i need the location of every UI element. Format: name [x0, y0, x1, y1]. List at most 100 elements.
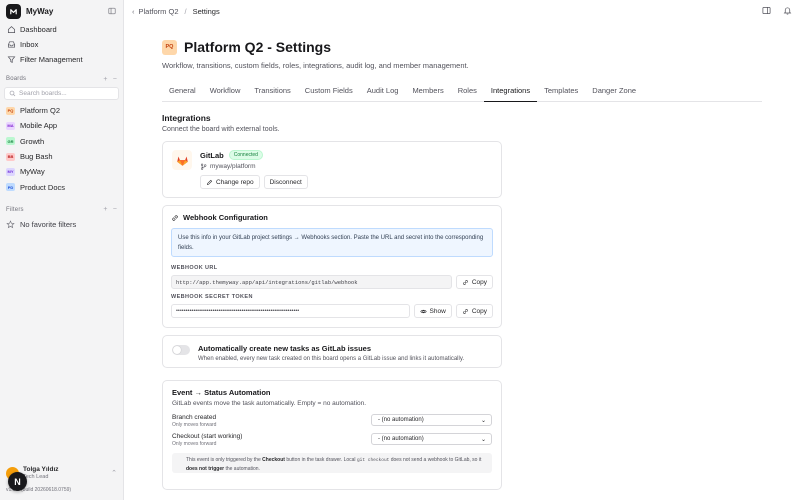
inbox-icon [6, 40, 16, 50]
status-badge: Connected [228, 150, 263, 160]
webhook-info: Use this info in your GitLab project set… [171, 228, 493, 257]
event-row: Checkout (start working) Only moves forw… [172, 433, 492, 447]
nav-filter-management[interactable]: Filter Management [0, 52, 123, 67]
event-name: Branch created [172, 414, 217, 421]
note-strong: Checkout [262, 457, 285, 463]
board-badge: GR [6, 137, 15, 146]
eye-icon [419, 309, 427, 313]
auto-create-title: Automatically create new tasks as GitLab… [198, 344, 371, 353]
board-search [4, 87, 119, 100]
disconnect-button[interactable]: Disconnect [263, 175, 308, 189]
show-secret-button[interactable]: Show [413, 304, 452, 318]
auto-create-desc: When enabled, every new task created on … [198, 356, 465, 362]
collapse-filters-icon[interactable]: − [113, 206, 117, 213]
tab-integrations[interactable]: Integrations [483, 85, 538, 102]
no-favorites-label: No favorite filters [20, 219, 77, 229]
nav-label: Filter Management [20, 55, 83, 64]
star-icon [6, 220, 15, 228]
tab-danger-zone[interactable]: Danger Zone [585, 85, 643, 102]
tab-transitions[interactable]: Transitions [247, 85, 297, 102]
webhook-url-row: Copy [171, 275, 493, 289]
chevron-left-icon[interactable]: ‹ [132, 7, 135, 16]
search-icon [9, 90, 16, 97]
note-code: git checkout [356, 458, 390, 463]
page-title: Platform Q2 - Settings [184, 39, 332, 55]
pencil-icon [207, 179, 213, 185]
sidebar: MyWay Dashboard Inbox Filter Management … [0, 0, 124, 500]
boards-section-label: Boards + − [0, 72, 123, 86]
note-text: This event is only triggered by the [186, 457, 263, 463]
breadcrumb-current: Settings [192, 6, 220, 16]
sidebar-board-item[interactable]: PQ Platform Q2 [0, 103, 123, 118]
event-status-select[interactable]: - (no automation) ⌄ [371, 414, 492, 426]
sidebar-header: MyWay [6, 0, 117, 22]
copy-url-button[interactable]: Copy [455, 275, 493, 289]
auto-create-toggle[interactable] [172, 345, 190, 355]
webhook-secret-field[interactable] [171, 304, 410, 318]
breadcrumb-separator: / [184, 6, 187, 16]
tab-members[interactable]: Members [405, 85, 450, 102]
tab-audit-log[interactable]: Audit Log [360, 85, 406, 102]
page-header: PQ Platform Q2 - Settings [162, 39, 800, 55]
board-label: Platform Q2 [20, 106, 61, 116]
gitlab-repo: myway/platform [200, 163, 308, 170]
board-label: MyWay [20, 167, 45, 177]
nav-label: Dashboard [20, 25, 57, 34]
event-automation-title: Event → Status Automation [172, 388, 271, 397]
copy-label: Copy [471, 278, 487, 286]
tab-templates[interactable]: Templates [537, 85, 585, 102]
main-content: ‹ Platform Q2 / Settings PQ Platform Q2 … [124, 0, 800, 500]
filters-section-label: Filters + − [0, 203, 123, 217]
note-strong: does not trigger [186, 466, 225, 472]
nav-dashboard[interactable]: Dashboard [0, 22, 123, 37]
board-badge: PQ [6, 106, 15, 115]
tab-roles[interactable]: Roles [451, 85, 484, 102]
copy-secret-button[interactable]: Copy [455, 304, 493, 318]
change-repo-button[interactable]: Change repo [200, 175, 260, 189]
sidebar-toggle-icon[interactable] [107, 6, 117, 16]
event-hint: Only moves forward [172, 422, 217, 428]
filter-icon [6, 55, 16, 65]
panel-toggle-icon[interactable] [762, 6, 771, 17]
settings-tabs: General Workflow Transitions Custom Fields A… [162, 85, 762, 102]
gitlab-repo-label: myway/platform [210, 163, 256, 170]
board-badge: MY [6, 167, 15, 176]
integrations-subtitle: Connect the board with external tools. [162, 126, 280, 133]
topbar: ‹ Platform Q2 / Settings [124, 0, 800, 22]
sidebar-board-item[interactable]: MY MyWay [0, 164, 123, 179]
tab-custom-fields[interactable]: Custom Fields [298, 85, 360, 102]
checkout-note: This event is only triggered by the Chec… [172, 453, 492, 473]
sidebar-board-item[interactable]: BB Bug Bash [0, 149, 123, 164]
git-branch-icon [200, 163, 207, 170]
add-board-icon[interactable]: + [103, 76, 107, 83]
event-automation-card: Event → Status Automation GitLab events … [162, 380, 502, 490]
note-text: does not send a webhook to GitLab, so it [389, 457, 482, 463]
board-badge: PQ [162, 39, 177, 55]
sidebar-board-item[interactable]: PD Product Docs [0, 179, 123, 194]
collapse-boards-icon[interactable]: − [113, 76, 117, 83]
home-icon [6, 25, 16, 35]
app-logo-icon[interactable] [6, 3, 21, 19]
tab-workflow[interactable]: Workflow [203, 85, 248, 102]
event-name: Checkout (start working) [172, 433, 243, 440]
event-automation-subtitle: GitLab events move the task automaticall… [172, 400, 367, 407]
nav-label: Inbox [20, 40, 39, 49]
link-icon [172, 214, 178, 221]
chevron-down-icon: ⌄ [480, 417, 486, 424]
gitlab-logo-icon [172, 150, 192, 170]
breadcrumb-parent[interactable]: Platform Q2 [139, 7, 179, 16]
tab-general[interactable]: General [162, 85, 203, 102]
nav-inbox[interactable]: Inbox [0, 37, 123, 52]
webhook-secret-row: Show Copy [171, 304, 493, 318]
page-subtitle: Workflow, transitions, custom fields, ro… [162, 61, 469, 70]
app-name: MyWay [26, 6, 54, 16]
add-filter-icon[interactable]: + [103, 206, 107, 213]
bell-icon[interactable] [783, 6, 792, 17]
integrations-title: Integrations [162, 113, 211, 123]
board-search-input[interactable] [19, 90, 109, 97]
event-status-select[interactable]: - (no automation) ⌄ [371, 433, 492, 445]
floating-action-button[interactable]: N [8, 472, 27, 491]
sidebar-board-item[interactable]: GR Growth [0, 134, 123, 149]
webhook-url-field[interactable] [171, 275, 452, 289]
sidebar-board-item[interactable]: MA Mobile App [0, 118, 123, 133]
